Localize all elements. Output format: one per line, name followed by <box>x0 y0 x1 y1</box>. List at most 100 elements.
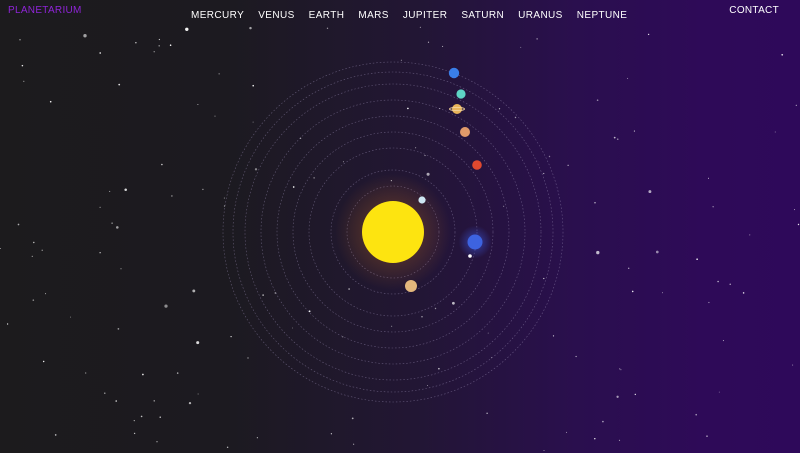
star <box>594 202 596 204</box>
star <box>85 372 87 374</box>
star <box>536 38 538 40</box>
star <box>548 155 551 158</box>
star <box>749 234 751 236</box>
star <box>616 138 619 141</box>
star <box>214 115 216 117</box>
star <box>708 301 710 304</box>
star <box>348 288 350 290</box>
star <box>185 27 189 31</box>
star <box>427 384 428 386</box>
star <box>647 33 650 36</box>
star <box>223 197 225 199</box>
star <box>192 289 196 293</box>
star <box>567 164 569 166</box>
star <box>619 368 621 370</box>
star <box>797 223 800 226</box>
star <box>648 190 652 194</box>
star <box>717 280 719 283</box>
star <box>83 34 87 38</box>
star <box>781 53 784 56</box>
star <box>596 99 599 101</box>
solar-system-scene <box>0 26 800 451</box>
star <box>292 186 295 188</box>
star <box>696 258 698 260</box>
star <box>6 323 9 325</box>
star <box>252 84 254 87</box>
star <box>353 443 355 445</box>
star <box>19 39 21 41</box>
star <box>543 450 545 451</box>
star <box>498 108 501 110</box>
star <box>613 136 616 139</box>
star <box>17 223 20 226</box>
star <box>427 41 430 43</box>
star <box>32 299 35 301</box>
star <box>156 441 158 443</box>
star <box>575 355 577 358</box>
star <box>135 42 137 44</box>
star <box>438 367 440 370</box>
star <box>33 241 35 244</box>
star <box>424 155 426 157</box>
star <box>230 335 232 338</box>
sun[interactable] <box>362 201 424 263</box>
star <box>729 283 731 285</box>
planet-venus[interactable] <box>405 280 417 292</box>
star <box>543 172 545 175</box>
star <box>520 46 522 48</box>
star <box>99 206 101 208</box>
planet-neptune[interactable] <box>448 67 460 79</box>
star <box>707 177 710 179</box>
star <box>616 395 619 398</box>
star <box>31 255 33 258</box>
star <box>21 64 24 67</box>
star <box>115 400 117 402</box>
star <box>618 439 621 441</box>
star <box>552 335 555 337</box>
star <box>634 393 636 396</box>
star <box>171 195 173 197</box>
star <box>407 107 409 110</box>
star <box>197 393 199 395</box>
star <box>117 328 120 330</box>
star <box>120 268 122 270</box>
star <box>487 332 489 334</box>
star <box>41 249 43 251</box>
planet-saturn[interactable] <box>452 104 462 114</box>
star <box>158 38 161 41</box>
star <box>142 373 144 376</box>
planet-earth[interactable] <box>467 234 483 250</box>
star <box>153 400 155 402</box>
star <box>256 437 258 439</box>
star <box>247 357 249 359</box>
star <box>602 420 604 423</box>
star <box>43 360 45 363</box>
star <box>400 59 402 61</box>
star <box>391 325 393 327</box>
star <box>627 77 629 79</box>
star <box>111 222 113 224</box>
star <box>631 290 634 293</box>
star <box>566 431 568 433</box>
star <box>226 446 229 449</box>
star <box>109 190 111 192</box>
star <box>662 292 663 294</box>
planet-mars[interactable] <box>472 160 482 170</box>
star <box>326 27 329 29</box>
star <box>426 172 430 176</box>
star <box>342 161 344 163</box>
star <box>486 412 488 414</box>
star <box>158 45 160 47</box>
star <box>633 130 635 132</box>
planet-mercury[interactable] <box>418 196 426 204</box>
star <box>342 336 344 338</box>
star <box>249 26 252 30</box>
planet-uranus[interactable] <box>456 89 466 99</box>
star <box>140 415 143 418</box>
star <box>159 416 161 418</box>
star <box>695 413 697 416</box>
planet-jupiter[interactable] <box>460 127 470 137</box>
star <box>718 391 720 393</box>
star <box>252 121 254 123</box>
star <box>794 209 796 211</box>
